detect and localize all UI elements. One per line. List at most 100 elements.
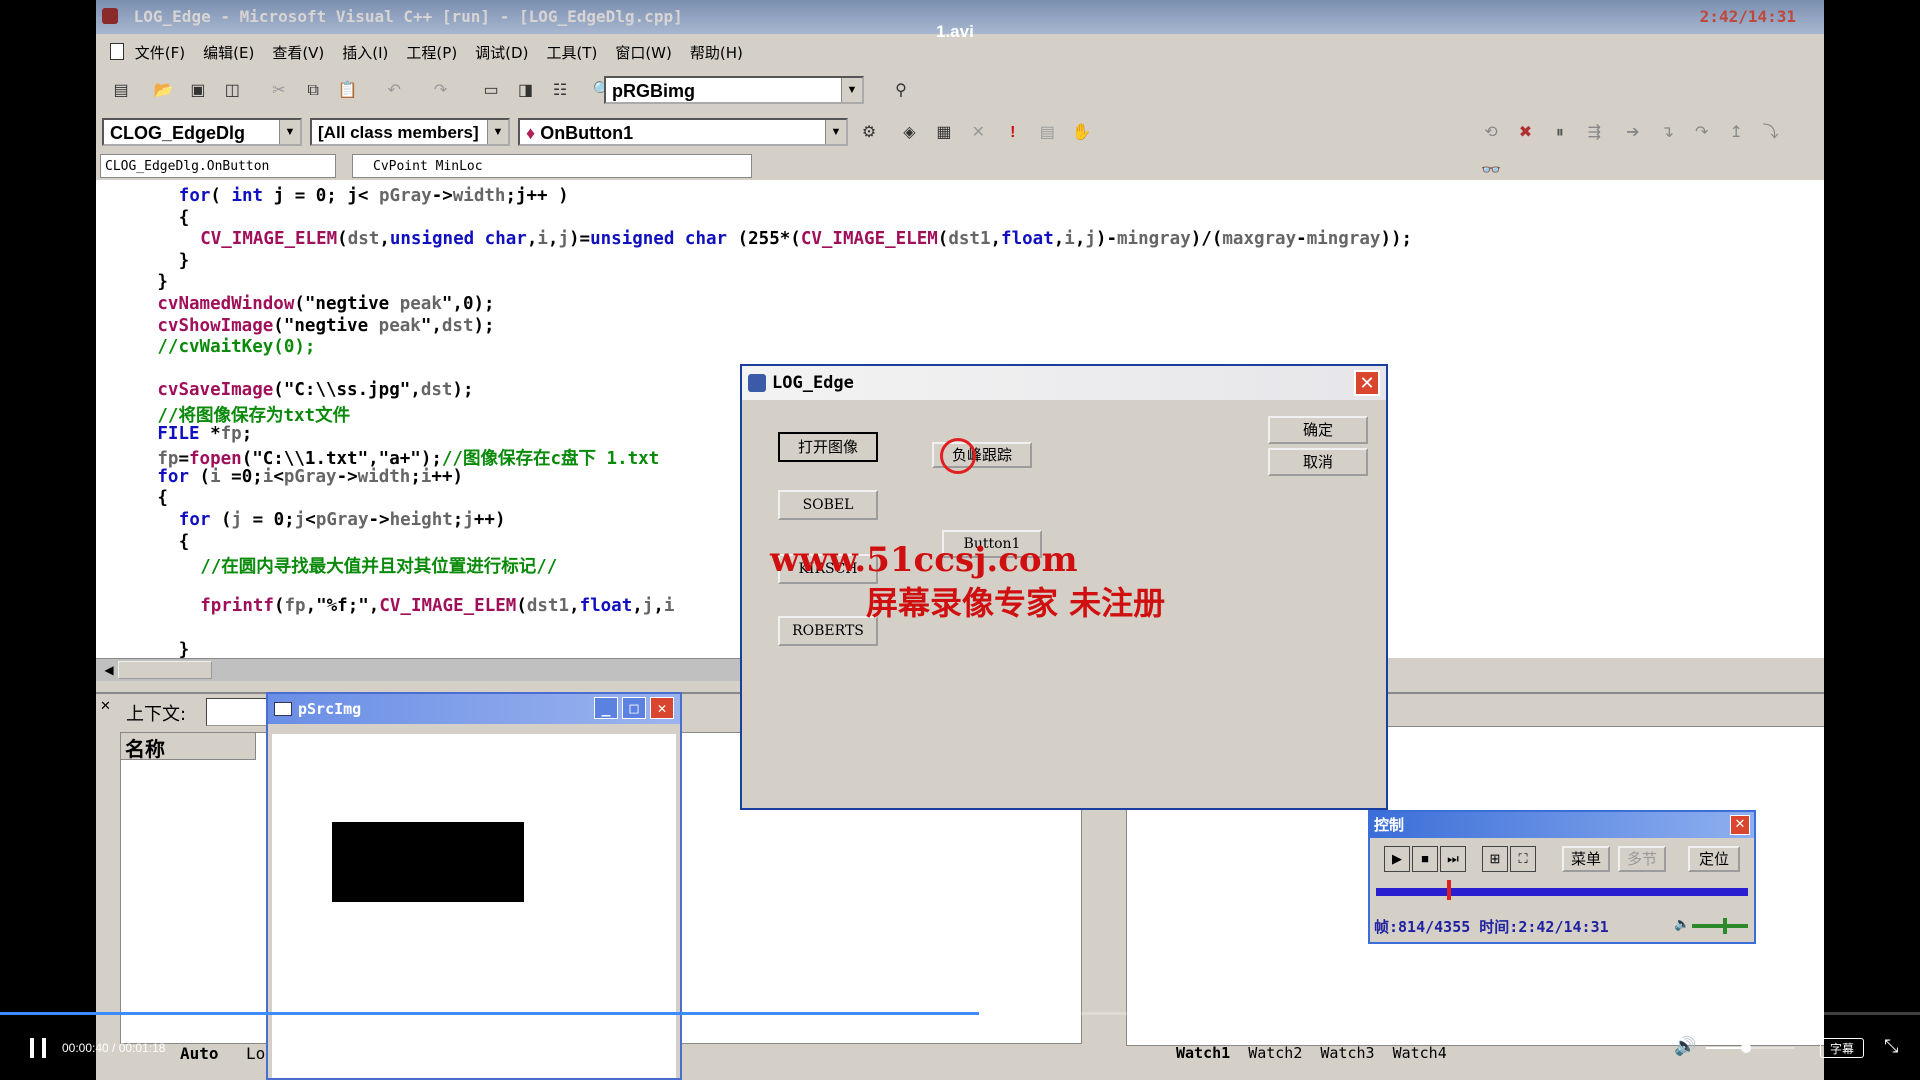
menu-item[interactable]: 工具(T): [546, 44, 597, 62]
sobel-button[interactable]: SOBEL: [778, 490, 878, 520]
binoculars-icon[interactable]: ⚲: [888, 78, 914, 104]
debug-break-icon[interactable]: ⏸: [1547, 120, 1573, 146]
close-button[interactable]: ✕: [1354, 370, 1380, 396]
save-all-icon[interactable]: ◫: [219, 78, 245, 104]
code-token: }: [178, 639, 190, 660]
compile-icon[interactable]: ◈: [896, 120, 922, 146]
breakpoint-hand-icon[interactable]: ✋: [1069, 120, 1095, 146]
code-token: ("negtive: [273, 315, 379, 336]
class-combo[interactable]: CLOG_EdgeDlg ▼: [102, 118, 302, 146]
output-icon[interactable]: ◨: [513, 78, 539, 104]
step-into-icon[interactable]: ↴: [1654, 120, 1680, 146]
code-token: width: [357, 466, 411, 487]
volume-slider[interactable]: [1706, 1043, 1794, 1053]
cancel-button[interactable]: 取消: [1268, 448, 1368, 476]
code-token: ,: [632, 596, 643, 617]
open-folder-icon[interactable]: 📂: [150, 78, 176, 104]
exit-fullscreen-icon[interactable]: ⤡: [1884, 1036, 1898, 1057]
pane-close-icon[interactable]: ✕: [100, 698, 111, 714]
workspace-icon[interactable]: ▭: [478, 78, 504, 104]
code-token: ->: [336, 466, 358, 487]
copy-icon[interactable]: ⧉: [300, 78, 326, 104]
step-out-icon[interactable]: ↥: [1723, 120, 1749, 146]
chevron-down-icon[interactable]: ▼: [487, 120, 508, 144]
apply-changes-icon[interactable]: ⇶: [1581, 120, 1607, 146]
menu-item[interactable]: 窗口(W): [615, 44, 672, 62]
code-line: //在圆内寻找最大值并且对其位置进行标记//: [200, 553, 557, 578]
redo-icon[interactable]: ↷: [428, 78, 454, 104]
recorder-seek-thumb[interactable]: [1446, 880, 1451, 900]
go-icon[interactable]: ▤: [1034, 120, 1060, 146]
ide-title: LOG_Edge - Microsoft Visual C++ [run] - …: [133, 7, 683, 26]
scroll-thumb[interactable]: [118, 661, 212, 679]
fullscreen-icon[interactable]: ⛶: [1510, 846, 1536, 872]
code-token: (: [210, 186, 232, 206]
maximize-button[interactable]: □: [622, 697, 646, 719]
speaker-icon[interactable]: 🔈: [1674, 916, 1690, 932]
minimize-button[interactable]: _: [594, 697, 618, 719]
code-token: dst1: [948, 229, 991, 250]
close-button[interactable]: ✕: [650, 697, 674, 719]
find-combo[interactable]: pRGBimg ▼: [604, 76, 864, 104]
volume-knob[interactable]: [1740, 1043, 1751, 1053]
debug-stop-icon[interactable]: ✖: [1512, 120, 1538, 146]
nav-left-combo[interactable]: CLOG_EdgeDlg.OnButton: [100, 154, 336, 178]
show-next-icon[interactable]: ➔: [1620, 120, 1646, 146]
code-token: fprintf: [200, 596, 274, 617]
debug-restart-icon[interactable]: ⟲: [1478, 120, 1504, 146]
fit-window-icon[interactable]: ⊞: [1482, 846, 1508, 872]
menu-item[interactable]: 编辑(E): [203, 44, 254, 62]
scroll-left-icon[interactable]: ◀: [100, 661, 118, 679]
stop-build-icon[interactable]: ✕: [965, 120, 991, 146]
build-icon[interactable]: ▦: [931, 120, 957, 146]
subtitle-button[interactable]: 字幕: [1820, 1038, 1864, 1058]
pause-icon[interactable]: [28, 1038, 48, 1058]
recorder-seek-bar[interactable]: [1376, 880, 1748, 900]
code-token: dst: [347, 229, 380, 250]
volume-icon[interactable]: 🔊: [1674, 1036, 1696, 1057]
time-separator: /: [108, 1041, 119, 1055]
run-to-cursor-icon[interactable]: ⤵: [1758, 120, 1784, 146]
code-token: );: [473, 315, 495, 336]
members-combo[interactable]: [All class members] ▼: [310, 118, 510, 146]
step-over-icon[interactable]: ↷: [1689, 120, 1715, 146]
menu-item[interactable]: 工程(P): [406, 44, 457, 62]
next-icon[interactable]: ⏭: [1440, 846, 1466, 872]
code-token: CV_IMAGE_ELEM: [200, 229, 338, 250]
chevron-down-icon[interactable]: ▼: [841, 78, 862, 102]
code-token: pGray: [379, 186, 432, 206]
window-list-icon[interactable]: ☷: [547, 78, 573, 104]
volume-fill: [1706, 1047, 1746, 1049]
stop-icon[interactable]: ■: [1412, 846, 1438, 872]
paste-icon[interactable]: 📋: [335, 78, 361, 104]
recorder-volume-bar[interactable]: [1692, 918, 1748, 934]
close-button[interactable]: ✕: [1730, 815, 1750, 835]
menu-item[interactable]: 调试(D): [475, 44, 528, 62]
context-combo[interactable]: [206, 698, 268, 726]
execute-icon[interactable]: !: [1000, 120, 1026, 146]
menu-button[interactable]: 菜单: [1562, 846, 1610, 872]
code-token: j: [463, 510, 474, 530]
save-icon[interactable]: ▣: [185, 78, 211, 104]
function-combo[interactable]: ♦ OnButton1 ▼: [518, 118, 848, 146]
chevron-down-icon[interactable]: ▼: [279, 120, 300, 144]
video-seek-bar[interactable]: [0, 1012, 1920, 1015]
play-icon[interactable]: ▶: [1384, 846, 1410, 872]
ok-button[interactable]: 确定: [1268, 416, 1368, 444]
step-button[interactable]: 多节: [1618, 846, 1666, 872]
roberts-button[interactable]: ROBERTS: [778, 616, 878, 646]
undo-icon[interactable]: ↶: [381, 78, 407, 104]
menu-item[interactable]: 帮助(H): [690, 44, 743, 62]
menu-item[interactable]: 文件(F): [135, 44, 185, 62]
locate-button[interactable]: 定位: [1688, 846, 1740, 872]
chevron-down-icon[interactable]: ▼: [825, 120, 846, 144]
menu-item[interactable]: 查看(V): [272, 44, 324, 62]
code-token: cvSaveImage: [157, 380, 274, 401]
cut-icon[interactable]: ✂: [266, 78, 292, 104]
nav-right-combo[interactable]: CvPoint MinLoc: [352, 154, 752, 178]
new-file-icon[interactable]: ▤: [108, 78, 134, 104]
recorder-volume-thumb[interactable]: [1722, 918, 1727, 934]
open-image-button[interactable]: 打开图像: [778, 432, 878, 462]
menu-item[interactable]: 插入(I): [342, 44, 388, 62]
wizard-action-icon[interactable]: ⚙: [856, 120, 882, 146]
